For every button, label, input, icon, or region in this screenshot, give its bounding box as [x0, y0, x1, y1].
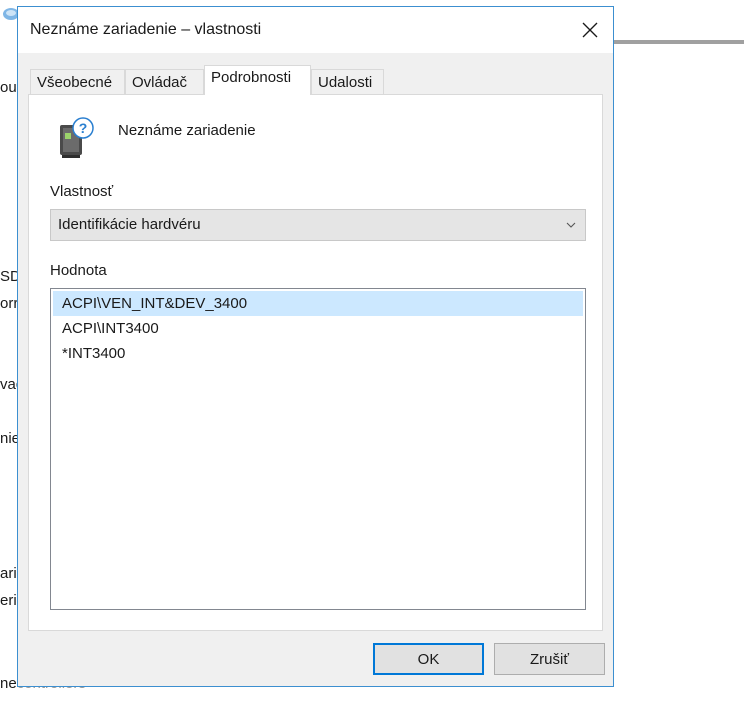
property-dropdown[interactable]: Identifikácie hardvéru — [50, 209, 586, 241]
unknown-device-icon: ? — [60, 117, 94, 158]
list-item[interactable]: ACPI\INT3400 — [53, 316, 583, 341]
value-label: Hodnota — [50, 262, 107, 279]
svg-text:?: ? — [79, 120, 88, 136]
value-listbox[interactable]: ACPI\VEN_INT&DEV_3400 ACPI\INT3400 *INT3… — [50, 288, 586, 610]
background-text-fragment: ou — [0, 79, 17, 96]
background-bottom-text: ne — [0, 675, 17, 692]
properties-dialog: Neznáme zariadenie – vlastnosti Všeobecn… — [17, 6, 614, 687]
background-window-edge — [614, 40, 744, 44]
cancel-button[interactable]: Zrušiť — [494, 643, 605, 675]
property-label: Vlastnosť — [50, 183, 114, 200]
tab-details[interactable]: Podrobnosti — [204, 65, 311, 95]
dialog-title: Neznáme zariadenie – vlastnosti — [30, 21, 262, 38]
property-selected-value: Identifikácie hardvéru — [58, 216, 201, 233]
list-item[interactable]: ACPI\VEN_INT&DEV_3400 — [53, 291, 583, 316]
tab-events[interactable]: Udalosti — [311, 69, 384, 94]
chevron-down-icon — [566, 222, 576, 228]
tab-driver[interactable]: Ovládač — [125, 69, 204, 94]
list-item[interactable]: *INT3400 — [53, 341, 583, 366]
device-name: Neznáme zariadenie — [118, 122, 256, 139]
title-bar: Neznáme zariadenie – vlastnosti — [18, 7, 613, 53]
ok-button[interactable]: OK — [373, 643, 484, 675]
background-text-fragment: orr — [0, 295, 19, 312]
details-panel: ? Neznáme zariadenie Vlastnosť Identifik… — [28, 94, 603, 631]
close-button[interactable] — [567, 7, 613, 53]
tab-general[interactable]: Všeobecné — [30, 69, 125, 94]
close-icon — [582, 22, 598, 38]
